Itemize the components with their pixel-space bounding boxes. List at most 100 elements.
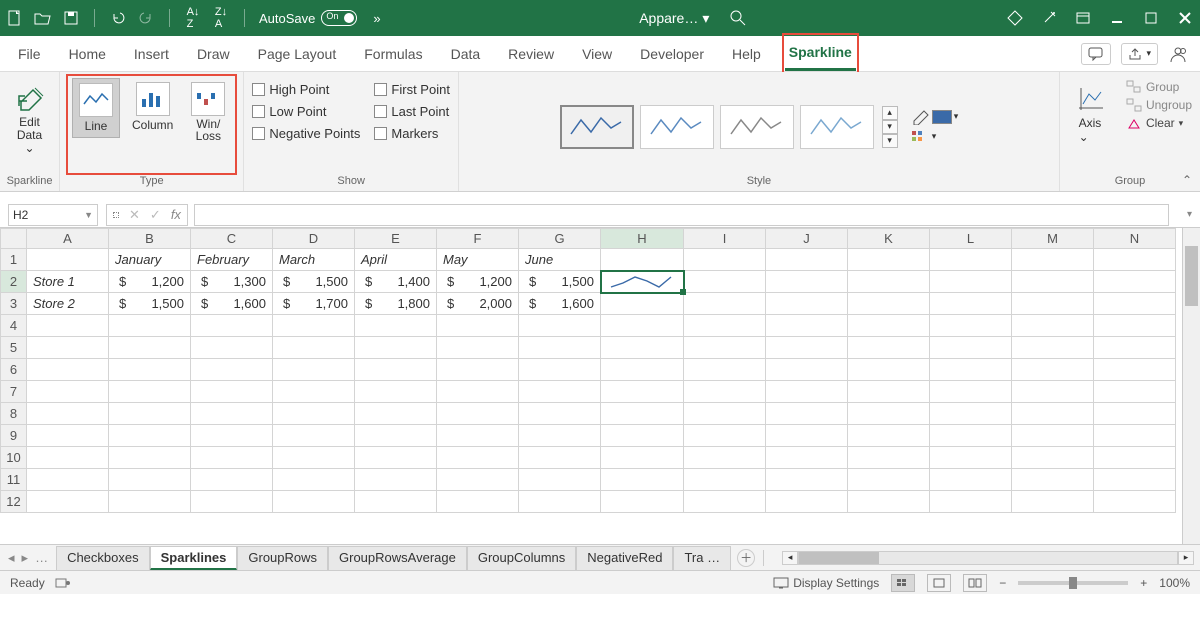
cell[interactable] bbox=[930, 403, 1012, 425]
cell[interactable] bbox=[27, 359, 109, 381]
cell[interactable]: Store 2 bbox=[27, 293, 109, 315]
sheet-nav[interactable]: ◂▸… bbox=[6, 550, 50, 566]
cell[interactable] bbox=[601, 293, 684, 315]
cell[interactable] bbox=[930, 425, 1012, 447]
zoom-in-button[interactable]: + bbox=[1140, 576, 1147, 590]
formula-input[interactable] bbox=[194, 204, 1169, 226]
row-header[interactable]: 7 bbox=[1, 381, 27, 403]
cell[interactable] bbox=[601, 403, 684, 425]
zoom-slider[interactable] bbox=[1018, 581, 1128, 585]
row-header[interactable]: 4 bbox=[1, 315, 27, 337]
check-last-point[interactable]: Last Point bbox=[374, 102, 450, 121]
cell[interactable] bbox=[930, 337, 1012, 359]
autosave-switch[interactable]: On bbox=[321, 10, 357, 26]
style-option-2[interactable] bbox=[640, 105, 714, 149]
cell[interactable] bbox=[601, 359, 684, 381]
cell[interactable] bbox=[191, 469, 273, 491]
cell[interactable] bbox=[684, 249, 766, 271]
cell[interactable] bbox=[1094, 249, 1176, 271]
cell[interactable] bbox=[109, 491, 191, 513]
cell[interactable] bbox=[766, 359, 848, 381]
cell[interactable] bbox=[1012, 271, 1094, 293]
cell[interactable] bbox=[766, 271, 848, 293]
cell[interactable] bbox=[848, 425, 930, 447]
sparkline-color-button[interactable]: ▾ bbox=[910, 109, 959, 125]
cell[interactable] bbox=[848, 271, 930, 293]
cell[interactable]: April bbox=[355, 249, 437, 271]
cell[interactable]: $1,800 bbox=[355, 293, 437, 315]
cell[interactable] bbox=[437, 491, 519, 513]
cell[interactable] bbox=[355, 447, 437, 469]
row-header[interactable]: 10 bbox=[1, 447, 27, 469]
cell[interactable] bbox=[766, 469, 848, 491]
gallery-more[interactable]: ▾ bbox=[882, 134, 898, 148]
cell[interactable] bbox=[273, 381, 355, 403]
ribbon-display-icon[interactable] bbox=[1074, 9, 1092, 27]
cell[interactable] bbox=[355, 337, 437, 359]
cell[interactable]: March bbox=[273, 249, 355, 271]
sheet-tab[interactable]: Tra … bbox=[673, 546, 731, 570]
sheet-tab[interactable]: Sparklines bbox=[150, 546, 238, 570]
cell[interactable] bbox=[109, 469, 191, 491]
share-button[interactable]: ▾ bbox=[1121, 43, 1158, 65]
cell[interactable] bbox=[848, 403, 930, 425]
tab-draw[interactable]: Draw bbox=[193, 38, 234, 70]
cell[interactable] bbox=[355, 403, 437, 425]
column-header[interactable]: A bbox=[27, 229, 109, 249]
cell[interactable] bbox=[273, 403, 355, 425]
cell[interactable] bbox=[437, 447, 519, 469]
edit-data-button[interactable]: Edit Data ⌄ bbox=[8, 80, 52, 160]
cell[interactable] bbox=[437, 337, 519, 359]
cell[interactable] bbox=[684, 403, 766, 425]
cell[interactable] bbox=[684, 293, 766, 315]
cell[interactable]: June bbox=[519, 249, 601, 271]
sheet-tab[interactable]: Checkboxes bbox=[56, 546, 150, 570]
cell[interactable] bbox=[930, 271, 1012, 293]
name-box[interactable]: H2▼ bbox=[8, 204, 98, 226]
cell[interactable] bbox=[273, 447, 355, 469]
tab-formulas[interactable]: Formulas bbox=[360, 38, 426, 70]
add-sheet-button[interactable]: ＋ bbox=[737, 549, 755, 567]
cell[interactable] bbox=[766, 337, 848, 359]
sparkline-winloss-button[interactable]: Win/ Loss bbox=[185, 78, 231, 146]
cell[interactable] bbox=[191, 403, 273, 425]
check-low-point[interactable]: Low Point bbox=[252, 102, 360, 121]
fx-icon[interactable]: fx bbox=[171, 207, 181, 222]
tab-view[interactable]: View bbox=[578, 38, 616, 70]
display-settings-button[interactable]: Display Settings bbox=[773, 576, 879, 590]
cell[interactable] bbox=[601, 271, 684, 293]
cell[interactable] bbox=[684, 315, 766, 337]
axis-button[interactable]: Axis⌄ bbox=[1068, 80, 1112, 148]
cell[interactable]: $1,500 bbox=[109, 293, 191, 315]
row-header[interactable]: 1 bbox=[1, 249, 27, 271]
column-header[interactable]: I bbox=[684, 229, 766, 249]
cell[interactable] bbox=[848, 491, 930, 513]
zoom-out-button[interactable]: − bbox=[999, 576, 1006, 590]
cell[interactable] bbox=[191, 425, 273, 447]
save-icon[interactable] bbox=[62, 9, 80, 27]
cell[interactable] bbox=[273, 315, 355, 337]
row-header[interactable]: 12 bbox=[1, 491, 27, 513]
cell[interactable] bbox=[355, 425, 437, 447]
cell[interactable] bbox=[684, 337, 766, 359]
cell[interactable] bbox=[109, 447, 191, 469]
cell[interactable] bbox=[848, 337, 930, 359]
cell[interactable] bbox=[1094, 293, 1176, 315]
cell[interactable] bbox=[437, 469, 519, 491]
cell[interactable] bbox=[437, 403, 519, 425]
cell[interactable] bbox=[437, 359, 519, 381]
cell[interactable] bbox=[848, 249, 930, 271]
collapse-ribbon-icon[interactable]: ⌃ bbox=[1182, 173, 1192, 187]
cell[interactable] bbox=[766, 293, 848, 315]
cell[interactable] bbox=[848, 447, 930, 469]
macro-record-icon[interactable] bbox=[55, 576, 71, 590]
sort-asc-icon[interactable]: A↓Z bbox=[184, 9, 202, 27]
column-header[interactable]: E bbox=[355, 229, 437, 249]
cell[interactable] bbox=[601, 491, 684, 513]
cell[interactable] bbox=[27, 381, 109, 403]
cell[interactable] bbox=[766, 403, 848, 425]
cell[interactable] bbox=[1012, 447, 1094, 469]
cell[interactable] bbox=[27, 447, 109, 469]
tab-file[interactable]: File bbox=[14, 38, 45, 70]
cell[interactable] bbox=[1012, 403, 1094, 425]
